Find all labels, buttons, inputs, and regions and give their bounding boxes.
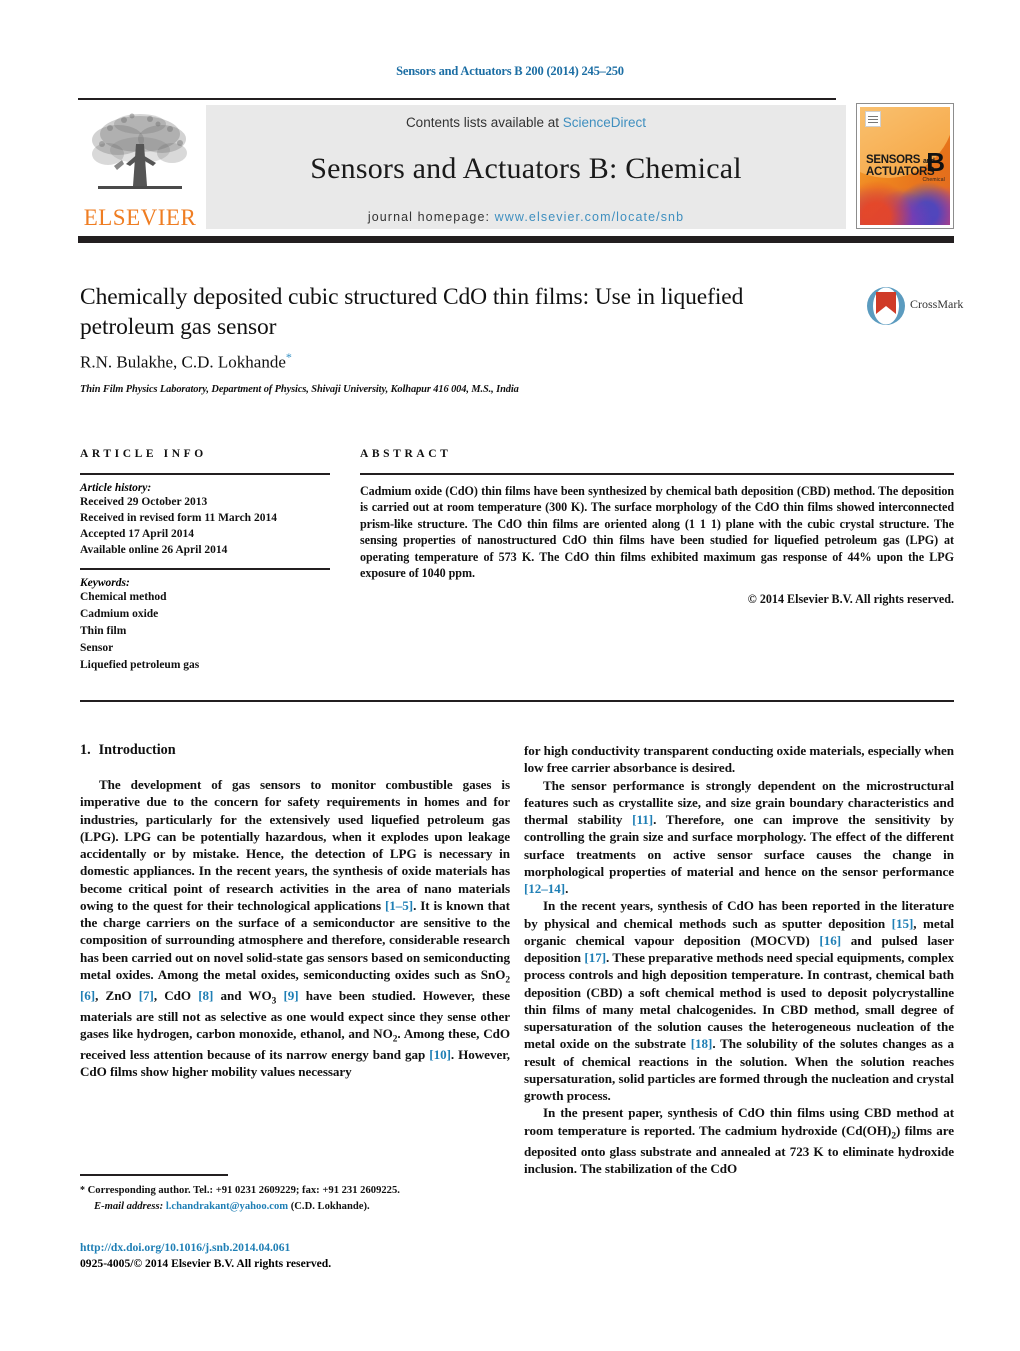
journal-header-box: Contents lists available at ScienceDirec… (206, 105, 846, 229)
abstract-copyright: © 2014 Elsevier B.V. All rights reserved… (747, 592, 954, 607)
article-info-rule-mid (80, 568, 330, 571)
para-text: and WO (213, 987, 272, 1003)
journal-homepage-line: journal homepage: www.elsevier.com/locat… (368, 210, 684, 224)
citation-ref[interactable]: [7] (139, 988, 154, 1003)
article-history-label: Article history: (80, 482, 152, 494)
elsevier-logo: ELSEVIER (78, 103, 202, 229)
para-text: . (565, 881, 569, 896)
footnote-rule (80, 1174, 228, 1176)
keywords-label: Keywords: (80, 577, 130, 590)
homepage-prefix: journal homepage: (367, 210, 495, 224)
para-text: The development of gas sensors to monito… (80, 777, 510, 913)
section-title-text: Introduction (98, 742, 176, 758)
keyword-item: Thin film (80, 624, 127, 637)
issn-copyright-line: 0925-4005/© 2014 Elsevier B.V. All right… (80, 1257, 332, 1271)
running-head: Sensors and Actuators B 200 (2014) 245–2… (396, 64, 624, 78)
para-text: , CdO (153, 987, 199, 1003)
footnote-block: * Corresponding author. Tel.: +91 0231 2… (80, 1183, 512, 1214)
paragraph-intro-1-continued: for high conductivity transparent conduc… (524, 742, 954, 777)
journal-cover-thumbnail: SENSORS and ACTUATORS B Chemical (856, 103, 954, 229)
author-email-link[interactable]: l.chandrakant@yahoo.com (166, 1201, 288, 1212)
elsevier-wordmark: ELSEVIER (83, 205, 197, 230)
keyword-item: Liquefied petroleum gas (80, 658, 200, 671)
paragraph-intro-1: The development of gas sensors to monito… (80, 776, 510, 1081)
abstract-column: ABSTRACT Cadmium oxide (CdO) thin films … (360, 448, 954, 607)
abstract-text: Cadmium oxide (CdO) thin films have been… (360, 484, 954, 580)
citation-ref[interactable]: [9] (283, 988, 298, 1003)
para-text: In the present paper, synthesis of CdO t… (524, 1105, 954, 1138)
journal-title: Sensors and Actuators B: Chemical (310, 152, 742, 185)
para-text: In the recent years, synthesis of CdO ha… (524, 898, 954, 931)
journal-cover-art: SENSORS and ACTUATORS B Chemical (860, 107, 950, 225)
article-info-column: ARTICLE INFO Article history: Received 2… (80, 448, 330, 673)
body-column-left: 1. Introduction The development of gas se… (80, 742, 510, 1081)
abstract-rule-top (360, 473, 954, 475)
citation-ref[interactable]: [15] (892, 916, 914, 931)
citation-ref[interactable]: [16] (819, 933, 841, 948)
section-number: 1. (80, 742, 91, 758)
para-text: for high conductivity transparent conduc… (524, 743, 954, 776)
citation-ref[interactable]: [17] (584, 950, 606, 965)
section-heading-introduction: 1. Introduction (80, 742, 510, 759)
contents-prefix: Contents lists available at (405, 115, 563, 130)
doi-block: http://dx.doi.org/10.1016/j.snb.2014.04.… (80, 1240, 550, 1272)
subscript: 2 (505, 975, 510, 986)
email-note: E-mail address: l.chandrakant@yahoo.com … (80, 1199, 512, 1214)
citation-ref[interactable]: [8] (198, 988, 213, 1003)
abstract-heading: ABSTRACT (360, 448, 452, 460)
crossmark-icon (867, 287, 905, 325)
para-text: , ZnO (95, 987, 139, 1003)
cover-series-letter: B (926, 147, 945, 177)
crossmark-label: CrossMark (910, 297, 964, 311)
paragraph-intro-2: The sensor performance is strongly depen… (524, 777, 954, 898)
article-history-item: Accepted 17 April 2014 (80, 528, 195, 541)
author-list: R.N. Bulakhe, C.D. Lokhande* (80, 350, 292, 373)
corresponding-author-marker: * (285, 350, 292, 364)
citation-ref[interactable]: [11] (632, 812, 653, 827)
contents-available-line: Contents lists available at ScienceDirec… (406, 115, 646, 130)
title-block: Chemically deposited cubic structured Cd… (80, 282, 840, 342)
citation-ref[interactable]: [18] (691, 1036, 713, 1051)
elsevier-tree-icon (92, 113, 187, 189)
header-bottom-rule (78, 236, 954, 243)
keyword-item: Cadmium oxide (80, 608, 159, 621)
article-info-rule-top (80, 473, 330, 475)
paragraph-intro-4: In the present paper, synthesis of CdO t… (524, 1104, 954, 1177)
authors-names: R.N. Bulakhe, C.D. Lokhande (80, 352, 286, 372)
citation-ref[interactable]: [6] (80, 988, 95, 1003)
cover-line1: SENSORS (866, 154, 921, 166)
corresponding-author-note: * Corresponding author. Tel.: +91 0231 2… (80, 1183, 512, 1199)
page-title: Chemically deposited cubic structured Cd… (80, 284, 744, 341)
article-history-item: Available online 26 April 2014 (80, 544, 228, 557)
paragraph-intro-3: In the recent years, synthesis of CdO ha… (524, 897, 954, 1104)
keyword-item: Sensor (80, 641, 114, 654)
body-column-right: for high conductivity transparent conduc… (524, 742, 954, 1177)
journal-homepage-link[interactable]: www.elsevier.com/locate/snb (495, 210, 685, 224)
header-top-rule (78, 98, 836, 100)
article-history-item: Received 29 October 2013 (80, 496, 208, 508)
corresponding-text: Corresponding author. Tel.: +91 0231 260… (85, 1185, 400, 1196)
cover-elsevier-mark-icon (865, 111, 881, 127)
sciencedirect-link[interactable]: ScienceDirect (563, 115, 646, 130)
doi-link[interactable]: http://dx.doi.org/10.1016/j.snb.2014.04.… (80, 1241, 290, 1254)
keyword-item: Chemical method (80, 591, 167, 604)
crossmark-badge[interactable]: CrossMark (866, 286, 963, 328)
abstract-bottom-rule (80, 700, 954, 702)
affiliation: Thin Film Physics Laboratory, Department… (80, 384, 519, 395)
email-suffix: (C.D. Lokhande). (288, 1200, 370, 1212)
article-history-item: Received in revised form 11 March 2014 (80, 512, 277, 525)
article-info-heading: ARTICLE INFO (80, 448, 207, 460)
cover-subtitle: Chemical (922, 177, 945, 183)
citation-ref[interactable]: [1–5] (385, 898, 413, 913)
citation-ref[interactable]: [10] (429, 1047, 451, 1062)
paper-page: Sensors and Actuators B 200 (2014) 245–2… (0, 0, 1020, 1351)
email-label: E-mail address: (94, 1200, 164, 1212)
citation-ref[interactable]: [12–14] (524, 881, 565, 896)
